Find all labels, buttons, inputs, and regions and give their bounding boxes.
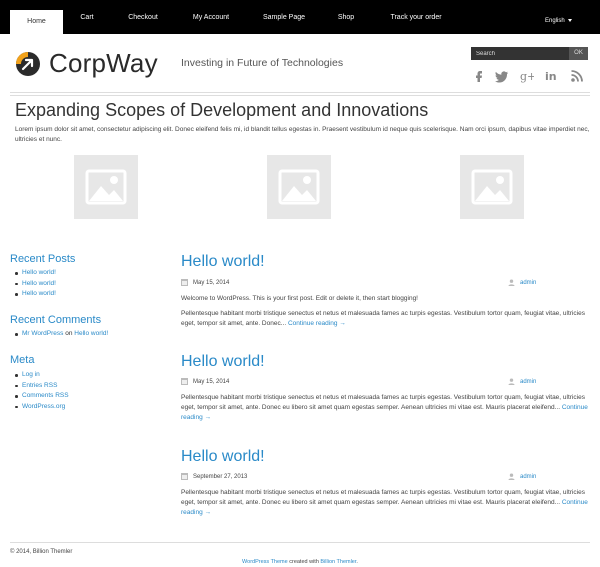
comment-on-text: on (65, 330, 73, 337)
chevron-down-icon (567, 18, 572, 22)
footer-credit-text: created with (287, 559, 321, 565)
list-item: Hello world! (15, 289, 56, 300)
calendar-icon (181, 473, 188, 480)
header-divider (10, 92, 590, 93)
nav-item-cart[interactable]: Cart (66, 0, 108, 34)
post-date-text: May 15, 2014 (193, 379, 230, 386)
footer-copyright: © 2014, Billion Themler (10, 549, 73, 555)
post-author[interactable]: admin (508, 279, 536, 286)
recent-post-link[interactable]: Hello world! (22, 280, 56, 287)
list-item: Hello world! (15, 279, 56, 290)
rss-icon[interactable] (570, 69, 584, 83)
post-author-name: admin (520, 379, 537, 386)
list-item: Hello world! (15, 268, 56, 279)
comment-post-link[interactable]: Hello world! (74, 330, 108, 337)
language-dropdown[interactable]: English (545, 0, 572, 34)
site-title[interactable]: CorpWay (49, 48, 158, 79)
post-excerpt: Welcome to WordPress. This is your first… (181, 295, 418, 302)
hero-title: Expanding Scopes of Development and Inno… (15, 100, 429, 120)
continue-reading-link[interactable]: Continue reading → (288, 320, 346, 327)
top-nav: Home Cart Checkout My Account Sample Pag… (0, 0, 600, 34)
header-divider (10, 95, 590, 96)
footer-divider (10, 542, 590, 543)
footer-credit: WordPress Theme created with Billion The… (0, 559, 600, 565)
image-placeholder-icon (460, 155, 524, 219)
post-excerpt: Pellentesque habitant morbi tristique se… (181, 488, 591, 518)
nav-item-my-account[interactable]: My Account (185, 0, 237, 34)
widget-title-recent-posts: Recent Posts (10, 253, 76, 265)
search-input[interactable] (471, 47, 569, 60)
svg-text:g+: g+ (520, 70, 534, 83)
image-placeholder-icon (267, 155, 331, 219)
nav-item-checkout[interactable]: Checkout (120, 0, 166, 34)
wordpress-theme-link[interactable]: WordPress Theme (242, 559, 288, 565)
user-icon (508, 378, 515, 385)
recent-comments-list: Mr WordPress on Hello world! (14, 329, 108, 340)
recent-post-link[interactable]: Hello world! (22, 290, 56, 297)
post-date: September 27, 2013 (181, 473, 247, 480)
nav-item-home[interactable]: Home (10, 10, 63, 34)
nav-item-track-order[interactable]: Track your order (382, 0, 450, 34)
language-label: English (545, 18, 565, 24)
list-item: Comments RSS (15, 391, 69, 402)
meta-wordpress-link[interactable]: WordPress.org (22, 403, 65, 410)
recent-posts-list: Hello world! Hello world! Hello world! (15, 268, 56, 300)
post-title[interactable]: Hello world! (181, 353, 265, 371)
post-date-text: May 15, 2014 (193, 280, 230, 287)
footer-credit-end: . (356, 559, 358, 565)
svg-text:in: in (545, 70, 557, 83)
post-excerpt-text: Pellentesque habitant morbi tristique se… (181, 310, 585, 327)
post-author-name: admin (520, 280, 537, 287)
search-button[interactable]: OK (569, 47, 588, 60)
comment-author-link[interactable]: Mr WordPress (22, 330, 63, 337)
meta-list: Log in Entries RSS Comments RSS WordPres… (15, 370, 69, 413)
post-author[interactable]: admin (508, 378, 536, 385)
google-plus-icon[interactable]: g+ (520, 69, 534, 83)
calendar-icon (181, 279, 188, 286)
nav-item-shop[interactable]: Shop (330, 0, 362, 34)
image-placeholder-icon (74, 155, 138, 219)
twitter-icon[interactable] (495, 69, 509, 83)
widget-title-meta: Meta (10, 354, 35, 366)
list-item: WordPress.org (15, 402, 69, 413)
linkedin-icon[interactable]: in (545, 69, 559, 83)
widget-title-recent-comments: Recent Comments (10, 314, 102, 326)
user-icon (508, 279, 515, 286)
meta-login-link[interactable]: Log in (22, 371, 40, 378)
post-title[interactable]: Hello world! (181, 448, 265, 466)
site-tagline: Investing in Future of Technologies (181, 57, 344, 69)
calendar-icon (181, 378, 188, 385)
post-date: May 15, 2014 (181, 279, 229, 286)
post-excerpt: Pellentesque habitant morbi tristique se… (181, 393, 591, 423)
nav-item-sample-page[interactable]: Sample Page (256, 0, 312, 34)
billion-themler-link[interactable]: Billion Themler (320, 559, 356, 565)
hero-text: Lorem ipsum dolor sit amet, consectetur … (15, 126, 590, 143)
list-item: Entries RSS (15, 381, 69, 392)
facebook-icon[interactable] (472, 69, 486, 83)
post-date-text: September 27, 2013 (193, 474, 248, 481)
post-title[interactable]: Hello world! (181, 253, 265, 271)
meta-entries-rss-link[interactable]: Entries RSS (22, 382, 57, 389)
post-author[interactable]: admin (508, 473, 536, 480)
recent-post-link[interactable]: Hello world! (22, 269, 56, 276)
user-icon (508, 473, 515, 480)
meta-comments-rss-link[interactable]: Comments RSS (22, 392, 69, 399)
list-item: Log in (15, 370, 69, 381)
post-excerpt-text: Pellentesque habitant morbi tristique se… (181, 489, 585, 506)
post-author-name: admin (520, 474, 537, 481)
logo-icon[interactable] (15, 51, 41, 77)
post-excerpt-text: Pellentesque habitant morbi tristique se… (181, 394, 585, 411)
post-excerpt: Pellentesque habitant morbi tristique se… (181, 309, 591, 329)
list-item: Mr WordPress on Hello world! (14, 329, 108, 340)
post-date: May 15, 2014 (181, 378, 229, 385)
